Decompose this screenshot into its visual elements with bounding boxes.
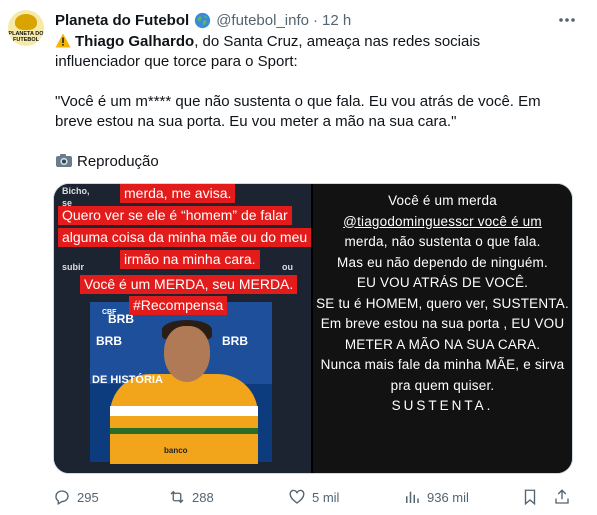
avatar-text: PLANETA DO FUTEBOL [8, 31, 44, 43]
tweet-line1-rest: , do Santa Cruz, ameaça nas redes sociai… [194, 33, 481, 50]
shirt-stripe [110, 406, 258, 416]
bookmark-button[interactable] [521, 486, 545, 508]
story-line: Nunca mais fale da minha MÃE, e sirva [320, 357, 565, 372]
story-line: Em breve estou na sua porta , EU VOU [320, 316, 565, 331]
story-line: SE tu é HOMEM, quero ver, SUSTENTA. [316, 295, 569, 311]
account-name[interactable]: Planeta do Futebol [55, 12, 189, 29]
repost-button[interactable]: 288 [168, 486, 214, 508]
story-caption: irmão na minha cara. [120, 250, 260, 269]
story-caption: alguma coisa da minha mãe ou do meu [58, 228, 312, 247]
share-button[interactable] [553, 486, 577, 508]
story-line: Mas eu não dependo de ninguém. [337, 254, 548, 270]
account-handle[interactable]: @futebol_info [216, 12, 309, 29]
timestamp[interactable]: 12 h [322, 12, 351, 29]
story-line: merda, não sustenta o que fala. [344, 234, 541, 249]
reply-button[interactable]: 295 [53, 486, 99, 508]
reply-count: 295 [77, 489, 99, 505]
story-line: METER A MÃO NA SUA CARA. [344, 336, 541, 352]
story-hashtag: #Recompensa [129, 296, 228, 315]
media-image-left[interactable]: Bicho, se subir ou CBF BRB BRB BRB DE HI… [54, 184, 312, 473]
bookmark-icon [524, 489, 536, 506]
media-image-right[interactable]: Você é um merda @tiagodominguesscr você … [313, 184, 572, 473]
action-bar: 295 288 5 mil 936 mil [53, 486, 573, 508]
reply-icon [55, 490, 69, 505]
more-icon[interactable] [556, 9, 578, 31]
story-caption: Quero ver se ele é “homem” de falar [58, 206, 292, 225]
avatar[interactable]: PLANETA DO FUTEBOL [8, 10, 44, 46]
globe-icon [195, 12, 211, 28]
sponsor-text: BRB [96, 334, 122, 348]
views-icon [406, 491, 419, 503]
sponsor-text: DE HISTÓRIA [92, 374, 163, 386]
sponsor-text: BRB [222, 334, 248, 348]
repost-count: 288 [192, 489, 214, 505]
repost-icon [170, 490, 184, 504]
tweet[interactable]: PLANETA DO FUTEBOL Planeta do Futebol @f… [0, 0, 597, 515]
story-text: Você é um merda @tiagodominguesscr você … [313, 191, 572, 417]
camera-icon [56, 154, 72, 167]
bg-word: subir [62, 262, 85, 272]
media-grid[interactable]: Bicho, se subir ou CBF BRB BRB BRB DE HI… [53, 183, 573, 474]
story-line: EU VOU ATRÁS DE VOCÊ. [356, 275, 529, 290]
tweet-quote: "Você é um m**** que não sustenta o que … [55, 93, 541, 130]
story-line: Você é um merda [388, 193, 497, 208]
story-line: pra quem quiser. [390, 377, 495, 393]
story-line: SUSTENTA. [391, 398, 494, 413]
tweet-line-2: influenciador que torce para o Sport: [55, 53, 298, 70]
tweet-credit: Reprodução [77, 153, 159, 170]
shirt-stripe [110, 428, 258, 434]
tweet-bold-name: Thiago Galhardo [75, 33, 195, 50]
story-line: @tiagodominguesscr você é um [343, 213, 542, 229]
like-icon [289, 489, 305, 504]
sponsor-text: banco [164, 446, 188, 455]
story-caption: merda, me avisa. [120, 184, 236, 203]
tweet-header: Planeta do Futebol @futebol_info · 12 h [55, 10, 351, 30]
separator: · [312, 11, 318, 29]
views-button[interactable]: 936 mil [403, 486, 469, 508]
avatar-ball-icon [15, 14, 37, 30]
bg-word: Bicho, [62, 186, 90, 196]
warning-icon [55, 33, 71, 48]
like-count: 5 mil [312, 489, 340, 505]
player-face [164, 326, 210, 382]
tweet-line-1: Thiago Galhardo, do Santa Cruz, ameaça n… [55, 32, 575, 52]
views-count: 936 mil [427, 489, 469, 505]
bg-word: ou [282, 262, 293, 272]
tweet-credit-line: Reprodução [55, 152, 575, 172]
like-button[interactable]: 5 mil [288, 486, 339, 508]
story-caption: Você é um MERDA, seu MERDA. [80, 275, 298, 294]
share-icon [555, 489, 569, 504]
tweet-text: Thiago Galhardo, do Santa Cruz, ameaça n… [55, 32, 575, 172]
